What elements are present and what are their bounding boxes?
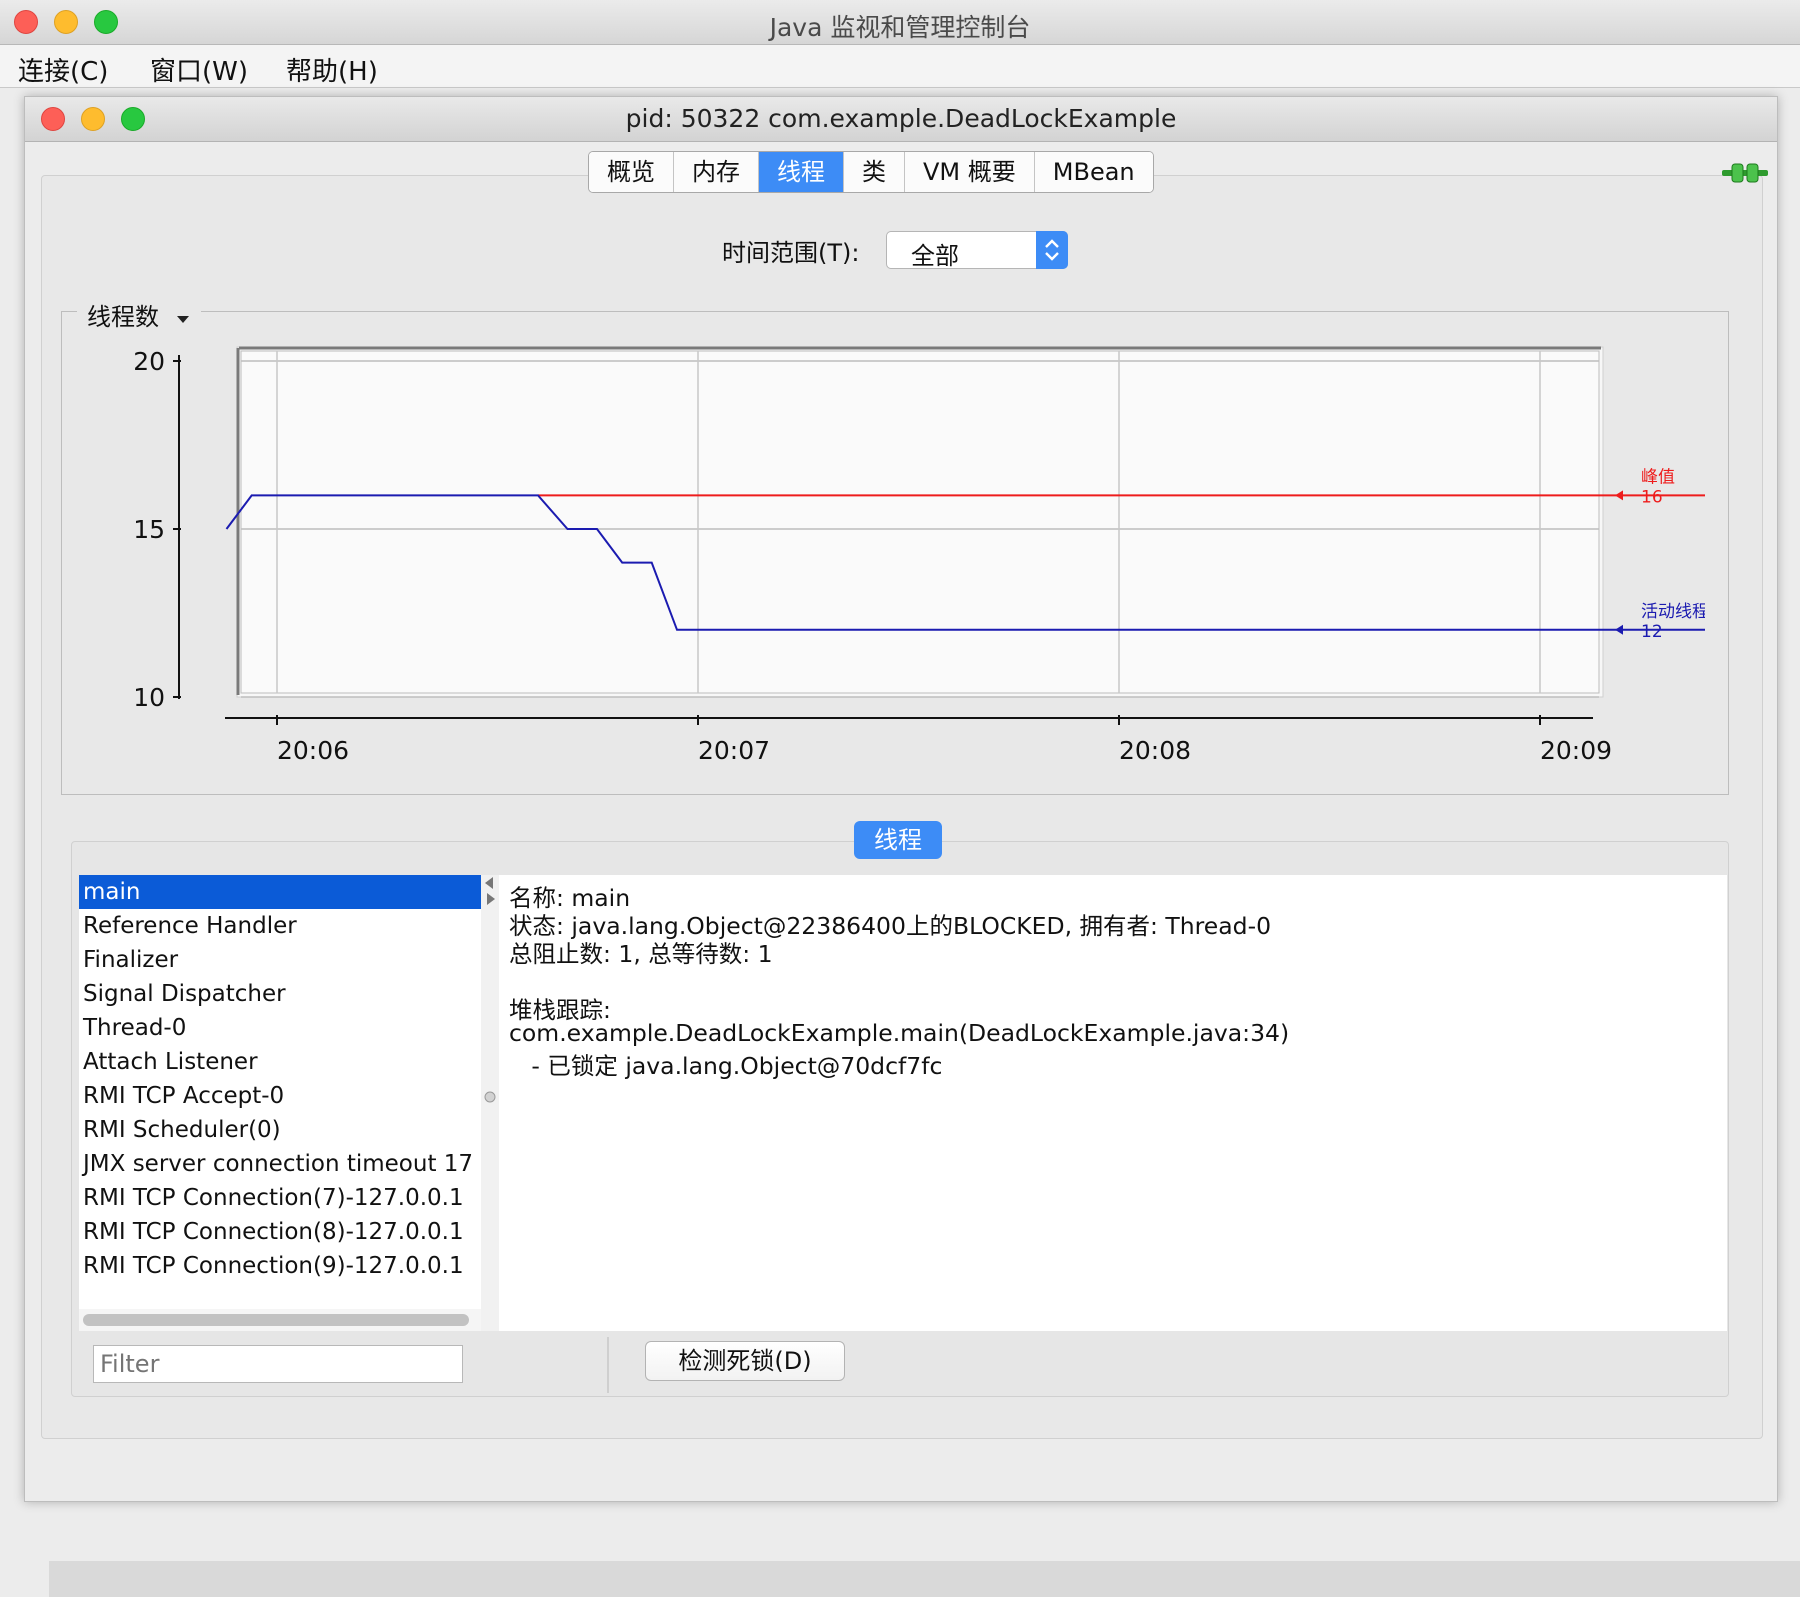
- thread-detail-panel: 名称: main 状态: java.lang.Object@22386400上的…: [499, 875, 1727, 1331]
- y-tick-label: 10: [133, 683, 165, 712]
- menu-help[interactable]: 帮助(H): [286, 51, 378, 88]
- thread-list-item[interactable]: Signal Dispatcher: [79, 977, 481, 1011]
- y-tick-label: 20: [133, 347, 165, 376]
- tab-memory[interactable]: 内存: [674, 152, 759, 192]
- menu-connection[interactable]: 连接(C): [18, 51, 108, 88]
- window-status-strip: [49, 1561, 1800, 1597]
- y-tick-label: 15: [133, 515, 165, 544]
- connection-title: pid: 50322 com.example.DeadLockExample: [625, 104, 1177, 133]
- thread-list-item[interactable]: RMI TCP Accept-0: [79, 1079, 481, 1113]
- thread-list-item[interactable]: Finalizer: [79, 943, 481, 977]
- detail-counts: 总阻止数: 1, 总等待数: 1: [509, 940, 773, 968]
- tab-threads[interactable]: 线程: [759, 152, 844, 192]
- x-tick-label: 20:09: [1540, 736, 1612, 765]
- threads-section-button[interactable]: 线程: [854, 821, 942, 859]
- detail-lock-line: - 已锁定 java.lang.Object@70dcf7fc: [509, 1052, 943, 1080]
- series-value-label-0: 16: [1641, 487, 1663, 507]
- connection-window: pid: 50322 com.example.DeadLockExample 概…: [24, 96, 1800, 1597]
- toolbar-separator: [607, 1337, 609, 1393]
- thread-filter-input[interactable]: [93, 1345, 463, 1383]
- tab-classes[interactable]: 类: [844, 152, 905, 192]
- select-arrows-icon: [1036, 231, 1068, 269]
- series-name-label-0: 峰值: [1641, 467, 1675, 487]
- x-tick-label: 20:07: [698, 736, 770, 765]
- thread-list-item[interactable]: Thread-0: [79, 1011, 481, 1045]
- menu-bar: 连接(C) 窗口(W) 帮助(H): [0, 45, 1800, 88]
- connection-titlebar: pid: 50322 com.example.DeadLockExample: [25, 97, 1777, 142]
- list-splitter[interactable]: [481, 875, 499, 1331]
- thread-count-chart: 20 15 10 20:06 20:07 20:08 20:09 峰值16 活动线程12: [133, 346, 1705, 765]
- time-range-value: 全部: [911, 242, 959, 270]
- time-range-select[interactable]: 全部: [886, 231, 1068, 270]
- time-range-label: 时间范围(T):: [722, 239, 860, 267]
- plot-area: [240, 350, 1600, 694]
- connection-status-icon: [1722, 163, 1768, 183]
- detect-deadlock-button[interactable]: 检测死锁(D): [645, 1341, 845, 1381]
- detail-stack-frame: com.example.DeadLockExample.main(DeadLoc…: [509, 1019, 1290, 1047]
- tab-vm-summary[interactable]: VM 概要: [905, 152, 1035, 192]
- x-tick-label: 20:08: [1119, 736, 1191, 765]
- app-titlebar: Java 监视和管理控制台: [0, 0, 1800, 45]
- thread-list-item[interactable]: RMI Scheduler(0): [79, 1113, 481, 1147]
- series-end-marker-0: [1615, 490, 1623, 501]
- tab-bar: 概览 内存 线程 类 VM 概要 MBean: [588, 151, 1154, 193]
- series-name-label-1: 活动线程: [1641, 602, 1705, 622]
- tab-mbean[interactable]: MBean: [1034, 152, 1153, 192]
- list-horizontal-scrollbar[interactable]: [79, 1309, 481, 1331]
- collapse-left-icon: [485, 877, 493, 889]
- menu-window[interactable]: 窗口(W): [150, 51, 248, 88]
- splitter-handle-icon: [484, 1091, 496, 1103]
- thread-list-item[interactable]: main: [79, 875, 481, 909]
- thread-list-item[interactable]: RMI TCP Connection(8)-127.0.0.1: [79, 1215, 481, 1249]
- app-title: Java 监视和管理控制台: [769, 13, 1031, 42]
- x-tick-label: 20:06: [277, 736, 349, 765]
- series-value-label-1: 12: [1641, 622, 1663, 642]
- thread-list[interactable]: main Reference Handler Finalizer Signal Dis…: [79, 875, 481, 1331]
- thread-list-item[interactable]: Attach Listener: [79, 1045, 481, 1079]
- thread-list-item[interactable]: RMI TCP Connection(7)-127.0.0.1: [79, 1181, 481, 1215]
- series-end-marker-1: [1615, 624, 1623, 635]
- tab-overview[interactable]: 概览: [589, 152, 674, 192]
- scrollbar-thumb[interactable]: [83, 1314, 469, 1326]
- expand-right-icon: [487, 893, 495, 905]
- thread-list-item[interactable]: Reference Handler: [79, 909, 481, 943]
- thread-list-item[interactable]: RMI TCP Connection(9)-127.0.0.1: [79, 1249, 481, 1283]
- thread-list-item[interactable]: JMX server connection timeout 17: [79, 1147, 481, 1181]
